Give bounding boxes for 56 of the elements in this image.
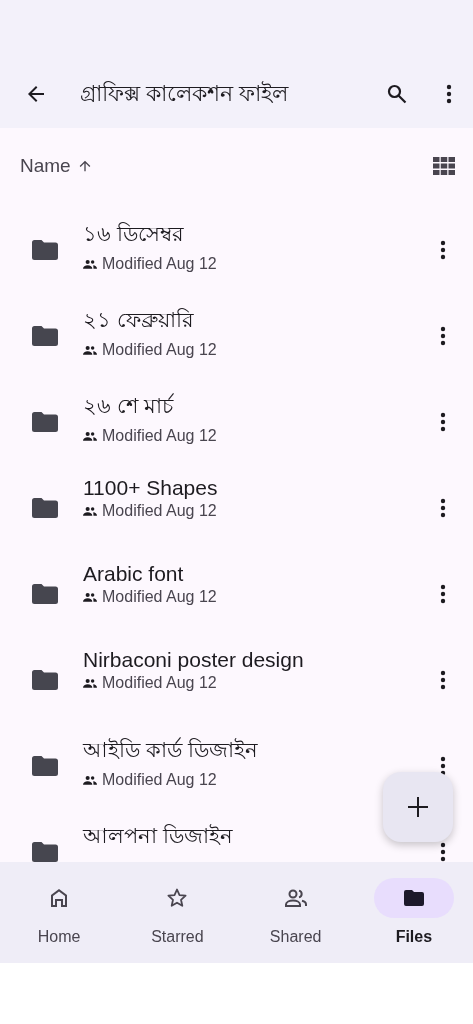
folder-row[interactable]: 1100+ Shapes Modified Aug 12 <box>0 462 473 548</box>
nav-tab[interactable]: Shared <box>236 862 355 963</box>
modified-date: Modified Aug 12 <box>102 341 217 359</box>
sort-by-name-button[interactable]: Name <box>20 155 93 177</box>
more-options-icon[interactable] <box>445 84 453 104</box>
grid-view-icon[interactable] <box>433 157 455 175</box>
modified-date: Modified Aug 12 <box>102 427 217 445</box>
folder-row[interactable]: Arabic font Modified Aug 12 <box>0 548 473 634</box>
folder-name: ২৬ শে মার্চ <box>83 392 175 419</box>
search-icon[interactable] <box>385 82 409 106</box>
nav-tab[interactable]: Starred <box>118 862 237 963</box>
nav-tab[interactable]: Home <box>0 862 119 963</box>
folder-icon <box>32 584 58 604</box>
folder-name: ২১ ফেব্রুয়ারি <box>83 307 195 333</box>
folder-name: আলপনা ডিজাইন <box>83 823 234 849</box>
folder-icon <box>32 240 58 260</box>
more-options-icon[interactable] <box>439 670 447 690</box>
folder-title: গ্রাফিক্স কালেকশন ফাইল <box>80 79 290 108</box>
people-icon <box>83 592 97 602</box>
people-icon <box>83 506 97 516</box>
more-options-icon[interactable] <box>439 498 447 518</box>
folder-row[interactable]: আলপনা ডিজাইন <box>0 806 473 862</box>
folder-icon <box>32 670 58 690</box>
folder-row[interactable]: ২১ ফেব্রুয়ারি Modified Aug 12 <box>0 290 473 376</box>
folder-icon <box>32 756 58 776</box>
people-icon <box>83 345 97 355</box>
folder-icon <box>32 412 58 432</box>
people-icon <box>83 431 97 441</box>
folder-row[interactable]: আইডি কার্ড ডিজাইন Modified Aug 12 <box>0 720 473 806</box>
nav-tab[interactable]: Files <box>354 862 473 963</box>
people-icon <box>83 775 97 785</box>
people-icon <box>83 678 97 688</box>
more-options-icon[interactable] <box>439 412 447 432</box>
folder-row[interactable]: Nirbaconi poster design Modified Aug 12 <box>0 634 473 720</box>
modified-date: Modified Aug 12 <box>102 255 217 273</box>
folder-row[interactable]: ২৬ শে মার্চ Modified Aug 12 <box>0 376 473 462</box>
modified-date: Modified Aug 12 <box>102 502 217 520</box>
more-options-icon[interactable] <box>439 584 447 604</box>
people-icon <box>83 259 97 269</box>
more-options-icon[interactable] <box>439 240 447 260</box>
more-options-icon[interactable] <box>439 326 447 346</box>
folder-name: আইডি কার্ড ডিজাইন <box>83 736 259 763</box>
modified-date: Modified Aug 12 <box>102 588 217 606</box>
folder-name: 1100+ Shapes <box>83 476 219 500</box>
folder-name: ১৬ ডিসেম্বর <box>83 221 185 247</box>
more-options-icon[interactable] <box>439 756 447 776</box>
folder-icon <box>32 842 58 862</box>
plus-icon <box>406 795 430 819</box>
modified-date: Modified Aug 12 <box>102 771 217 789</box>
folder-name: Arabic font <box>83 562 185 586</box>
folder-icon <box>32 326 58 346</box>
folder-name: Nirbaconi poster design <box>83 648 305 672</box>
more-options-icon[interactable] <box>439 842 447 862</box>
modified-date: Modified Aug 12 <box>102 674 217 692</box>
folder-icon <box>32 498 58 518</box>
folder-row[interactable]: ১৬ ডিসেম্বর Modified Aug 12 <box>0 204 473 290</box>
